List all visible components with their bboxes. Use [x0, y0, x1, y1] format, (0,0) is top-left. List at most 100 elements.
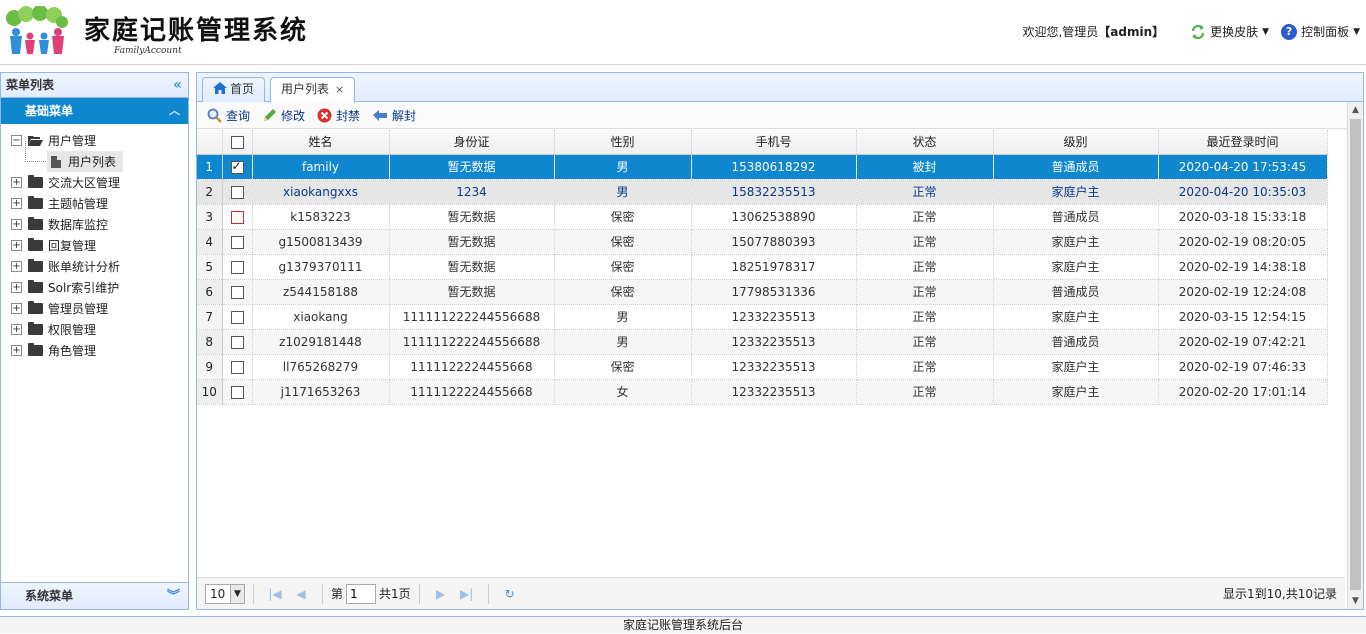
unban-button[interactable]: 解封	[372, 107, 416, 124]
query-button[interactable]: 查询	[207, 107, 250, 124]
row-checkbox[interactable]	[230, 185, 244, 199]
refresh-icon[interactable]: ↻	[501, 587, 519, 601]
prev-page-icon[interactable]: ◀	[292, 587, 310, 601]
expand-icon[interactable]: +	[11, 219, 22, 230]
tree-node-topic-management[interactable]: + 主题帖管理	[11, 193, 188, 214]
row-checkbox[interactable]	[230, 159, 244, 174]
tree-node-label: 数据库监控	[48, 218, 109, 232]
table-row[interactable]: 1 family 暂无数据 男 15380618292 被封 普通成员 2020…	[197, 154, 1328, 180]
row-number: 3	[197, 204, 223, 230]
column-header-status[interactable]: 状态	[856, 130, 994, 155]
undo-arrow-icon	[373, 109, 388, 121]
tree-node-permission-management[interactable]: + 权限管理	[11, 319, 188, 340]
tree-node-solr-index[interactable]: + Solr索引维护	[11, 277, 188, 298]
column-header-gender[interactable]: 性别	[554, 130, 692, 155]
skin-menu-button[interactable]: 更换皮肤 ▼	[1190, 23, 1269, 40]
last-page-icon[interactable]: ▶|	[458, 587, 476, 601]
search-icon	[207, 108, 222, 123]
table-row[interactable]: 7 xiaokang 111111222244556688 男 12332235…	[197, 304, 1328, 330]
row-number: 6	[197, 279, 223, 305]
table-row[interactable]: 2 xiaokangxxs 1234 男 15832235513 正常 家庭户主…	[197, 179, 1328, 205]
cell-status: 正常	[856, 204, 994, 230]
vertical-scrollbar[interactable]: ▲ ▼	[1347, 102, 1363, 609]
close-icon[interactable]: ×	[335, 83, 344, 96]
tree-node-db-monitor[interactable]: + 数据库监控	[11, 214, 188, 235]
tab-user-list[interactable]: 用户列表 ×	[270, 77, 356, 103]
tree-node-label: 权限管理	[48, 323, 97, 337]
scroll-up-icon[interactable]: ▲	[1348, 102, 1363, 118]
row-checkbox-cell	[222, 204, 253, 230]
row-checkbox-cell	[222, 329, 253, 355]
tree-node-label: 管理员管理	[48, 302, 109, 316]
cell-phone: 15380618292	[691, 154, 857, 180]
tab-label: 用户列表	[281, 82, 330, 96]
cell-level: 家庭户主	[993, 354, 1159, 380]
tab-home[interactable]: 首页	[202, 77, 266, 102]
table-body: 1 family 暂无数据 男 15380618292 被封 普通成员 2020…	[197, 154, 1328, 405]
row-checkbox[interactable]	[230, 385, 244, 399]
column-header-phone[interactable]: 手机号	[691, 130, 857, 155]
first-page-icon[interactable]: |◀	[266, 587, 284, 601]
cell-gender: 男	[554, 304, 692, 330]
accordion-basic-menu[interactable]: 基础菜单 ︿	[1, 98, 188, 124]
expand-icon[interactable]: +	[11, 261, 22, 272]
row-checkbox[interactable]	[230, 210, 244, 224]
page-size-select[interactable]: 10 ▼	[205, 583, 245, 604]
row-checkbox[interactable]	[230, 260, 244, 274]
page-size-value: 10	[210, 586, 226, 601]
accordion-system-menu[interactable]: 系统菜单 ︾	[1, 582, 188, 609]
cell-idcard: 1234	[389, 179, 555, 205]
control-panel-button[interactable]: ? 控制面板 ▼	[1281, 23, 1360, 40]
cell-last-login: 2020-04-20 17:53:45	[1158, 154, 1328, 180]
cell-name: z544158188	[252, 279, 390, 305]
table-row[interactable]: 9 ll765268279 1111122224455668 保密 123322…	[197, 354, 1328, 380]
table-row[interactable]: 4 g1500813439 暂无数据 保密 15077880393 正常 家庭户…	[197, 229, 1328, 255]
edit-button[interactable]: 修改	[262, 107, 305, 124]
row-checkbox[interactable]	[230, 360, 244, 374]
table-row[interactable]: 5 g1379370111 暂无数据 保密 18251978317 正常 家庭户…	[197, 254, 1328, 280]
column-header-level[interactable]: 级别	[993, 130, 1159, 155]
table-row[interactable]: 8 z1029181448 111111222244556688 男 12332…	[197, 329, 1328, 355]
app-subtitle: FamilyAccount	[114, 46, 182, 56]
tree-node-role-management[interactable]: + 角色管理	[11, 340, 188, 361]
row-checkbox[interactable]	[230, 285, 244, 299]
cell-status: 正常	[856, 229, 994, 255]
expand-icon[interactable]: +	[11, 240, 22, 251]
table-row[interactable]: 10 j1171653263 1111122224455668 女 123322…	[197, 379, 1328, 405]
collapse-left-icon[interactable]: «	[173, 73, 182, 98]
column-header-name[interactable]: 姓名	[252, 130, 390, 155]
tree-node-forum-management[interactable]: + 交流大区管理	[11, 172, 188, 193]
tree-node-admin-management[interactable]: + 管理员管理	[11, 298, 188, 319]
expand-icon[interactable]: +	[11, 198, 22, 209]
column-header-idcard[interactable]: 身份证	[389, 130, 555, 155]
scroll-down-icon[interactable]: ▼	[1348, 593, 1363, 609]
folder-icon	[28, 196, 43, 209]
table-row[interactable]: 6 z544158188 暂无数据 保密 17798531336 正常 普通成员…	[197, 279, 1328, 305]
row-checkbox-cell	[222, 254, 253, 280]
cell-last-login: 2020-03-15 12:54:15	[1158, 304, 1328, 330]
tree-node-user-list[interactable]: 用户列表	[25, 141, 123, 172]
cell-name: k1583223	[252, 204, 390, 230]
row-checkbox[interactable]	[230, 310, 244, 324]
row-checkbox[interactable]	[230, 335, 244, 349]
expand-icon[interactable]: +	[11, 282, 22, 293]
table-row[interactable]: 3 k1583223 暂无数据 保密 13062538890 正常 普通成员 2…	[197, 204, 1328, 230]
row-checkbox[interactable]	[230, 235, 244, 249]
tree-node-bill-statistics[interactable]: + 账单统计分析	[11, 256, 188, 277]
collapse-icon[interactable]: −	[11, 135, 22, 146]
expand-icon[interactable]: +	[11, 324, 22, 335]
column-header-last-login[interactable]: 最近登录时间	[1158, 130, 1328, 155]
expand-icon[interactable]: +	[11, 177, 22, 188]
cell-status: 正常	[856, 354, 994, 380]
next-page-icon[interactable]: ▶	[432, 587, 450, 601]
tree-node-reply-management[interactable]: + 回复管理	[11, 235, 188, 256]
row-checkbox-cell	[222, 179, 253, 205]
page-number-input[interactable]	[346, 583, 377, 604]
expand-icon[interactable]: +	[11, 303, 22, 314]
expand-icon[interactable]: +	[11, 345, 22, 356]
ban-button[interactable]: 封禁	[317, 107, 360, 124]
scrollbar-thumb[interactable]	[1350, 119, 1361, 590]
select-all-checkbox[interactable]	[230, 135, 244, 149]
cell-idcard: 1111122224455668	[389, 354, 555, 380]
cell-level: 普通成员	[993, 154, 1159, 180]
